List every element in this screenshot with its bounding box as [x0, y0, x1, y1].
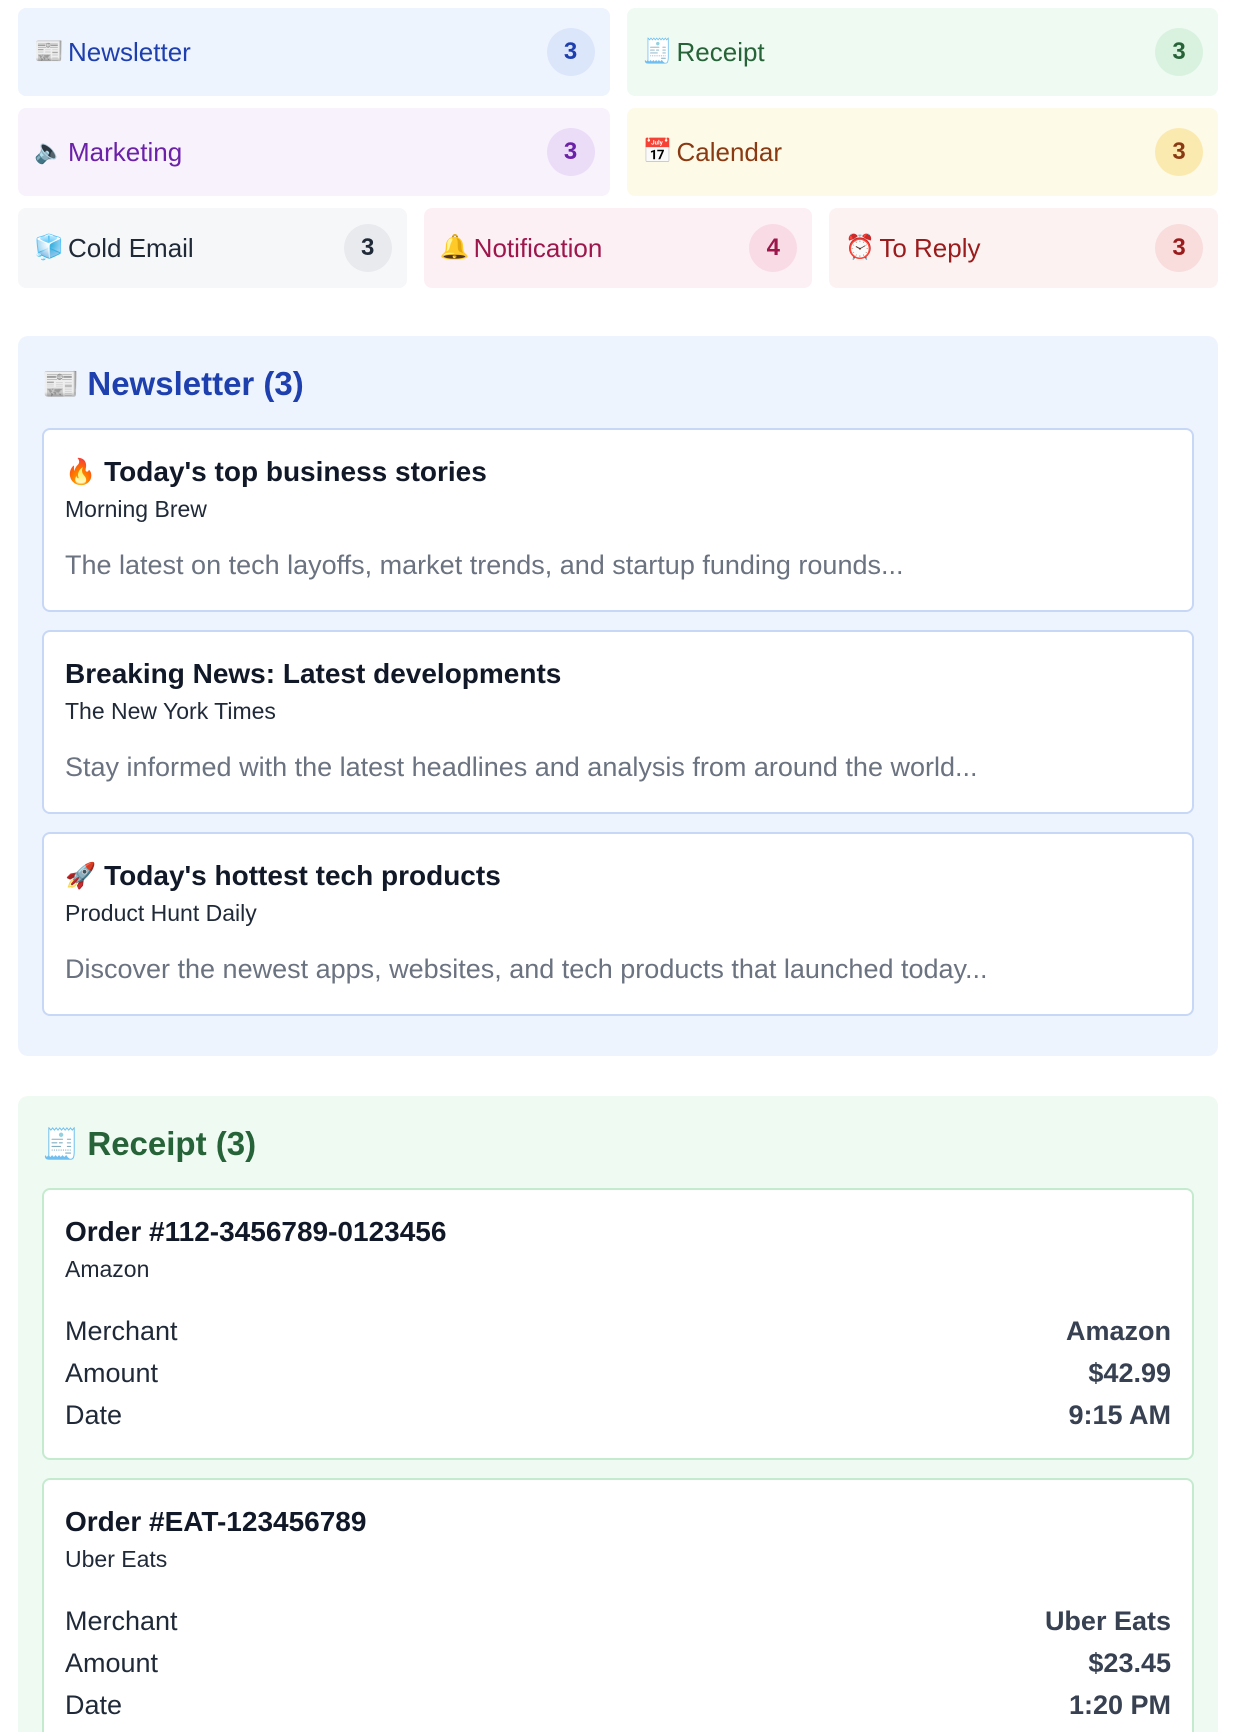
rocket-icon: 🚀: [65, 861, 97, 890]
receipt-card[interactable]: Order #112-3456789-0123456 Amazon Mercha…: [42, 1188, 1194, 1460]
newsletter-section: 📰 Newsletter (3) 🔥 Today's top business …: [18, 336, 1218, 1056]
email-sender: Uber Eats: [65, 1546, 168, 1572]
chip-label: Receipt: [676, 36, 765, 67]
chip-marketing[interactable]: 🔈 Marketing 3: [18, 108, 610, 196]
email-sender: Product Hunt Daily: [65, 900, 257, 926]
email-subject: Today's top business stories: [104, 456, 487, 487]
calendar-icon: 📅: [642, 138, 673, 165]
date-value: 9:15 AM: [1068, 1399, 1171, 1430]
receipt-icon: 🧾: [42, 1127, 80, 1161]
ice-cube-icon: 🧊: [34, 234, 64, 261]
amount-row: Amount $42.99: [65, 1352, 1171, 1394]
email-subject: Today's hottest tech products: [104, 860, 501, 891]
order-title: Order #EAT-123456789: [65, 1506, 367, 1537]
date-label: Date: [65, 1689, 123, 1720]
merchant-label: Merchant: [65, 1315, 178, 1346]
newspaper-icon: 📰: [34, 38, 64, 65]
email-sender: Amazon: [65, 1256, 150, 1282]
count-badge: 3: [343, 224, 392, 272]
count-badge: 3: [1155, 224, 1204, 272]
email-preview: Discover the newest apps, websites, and …: [65, 954, 988, 984]
chip-label: Notification: [473, 232, 603, 263]
newspaper-icon: 📰: [42, 367, 80, 401]
chip-label: Calendar: [676, 136, 783, 167]
chip-label: Newsletter: [68, 36, 191, 67]
email-card[interactable]: Breaking News: Latest developments The N…: [42, 630, 1194, 814]
merchant-label: Merchant: [65, 1605, 178, 1636]
date-label: Date: [65, 1399, 123, 1430]
amount-label: Amount: [65, 1357, 159, 1388]
count-badge: 3: [1155, 28, 1203, 76]
chip-calendar[interactable]: 📅 Calendar 3: [626, 108, 1218, 196]
amount-value: $23.45: [1088, 1647, 1171, 1678]
section-title-text: Receipt (3): [87, 1125, 257, 1162]
category-chips: 📰 Newsletter 3 🧾 Receipt 3 🔈 Marketing 3…: [18, 8, 1219, 300]
fire-icon: 🔥: [65, 457, 97, 486]
count-badge: 3: [546, 128, 595, 176]
merchant-value: Amazon: [1065, 1315, 1171, 1346]
date-row: Date 1:20 PM: [65, 1684, 1171, 1726]
amount-value: $42.99: [1088, 1357, 1171, 1388]
date-value: 1:20 PM: [1068, 1689, 1171, 1720]
email-preview: The latest on tech layoffs, market trend…: [65, 550, 904, 580]
count-badge: 3: [1155, 128, 1203, 176]
chip-receipt[interactable]: 🧾 Receipt 3: [626, 8, 1218, 96]
alarm-clock-icon: ⏰: [845, 234, 876, 261]
chip-cold-email[interactable]: 🧊 Cold Email 3: [18, 208, 407, 288]
email-card[interactable]: 🔥 Today's top business stories Morning B…: [42, 428, 1194, 612]
chip-label: To Reply: [879, 232, 981, 263]
merchant-row: Merchant Amazon: [65, 1310, 1171, 1352]
chip-notification[interactable]: 🔔 Notification 4: [423, 208, 813, 288]
receipt-icon: 🧾: [642, 38, 673, 65]
chip-newsletter[interactable]: 📰 Newsletter 3: [18, 8, 610, 96]
receipt-card[interactable]: Order #EAT-123456789 Uber Eats Merchant …: [42, 1478, 1194, 1732]
chip-to-reply[interactable]: ⏰ To Reply 3: [829, 208, 1219, 288]
bell-icon: 🔔: [439, 234, 470, 261]
speaker-icon: 🔈: [34, 138, 64, 165]
section-title-text: Newsletter (3): [87, 365, 304, 402]
section-title: 🧾 Receipt (3): [42, 1118, 1194, 1170]
email-preview: Stay informed with the latest headlines …: [65, 752, 978, 782]
email-subject: Breaking News: Latest developments: [65, 658, 562, 689]
email-sender: The New York Times: [65, 698, 276, 724]
receipt-details: Merchant Uber Eats Amount $23.45 Date 1:…: [65, 1600, 1171, 1726]
merchant-row: Merchant Uber Eats: [65, 1600, 1171, 1642]
section-title: 📰 Newsletter (3): [42, 358, 1194, 410]
receipt-details: Merchant Amazon Amount $42.99 Date 9:15 …: [65, 1310, 1171, 1436]
receipt-section: 🧾 Receipt (3) Order #112-3456789-0123456…: [18, 1096, 1218, 1732]
email-card[interactable]: 🚀 Today's hottest tech products Product …: [42, 832, 1194, 1016]
count-badge: 4: [749, 224, 798, 272]
date-row: Date 9:15 AM: [65, 1394, 1171, 1436]
chip-label: Cold Email: [68, 232, 194, 263]
amount-row: Amount $23.45: [65, 1642, 1171, 1684]
amount-label: Amount: [65, 1647, 159, 1678]
order-title: Order #112-3456789-0123456: [65, 1216, 447, 1247]
count-badge: 3: [546, 28, 595, 76]
merchant-value: Uber Eats: [1044, 1605, 1171, 1636]
email-sender: Morning Brew: [65, 496, 207, 522]
chip-label: Marketing: [68, 136, 183, 167]
